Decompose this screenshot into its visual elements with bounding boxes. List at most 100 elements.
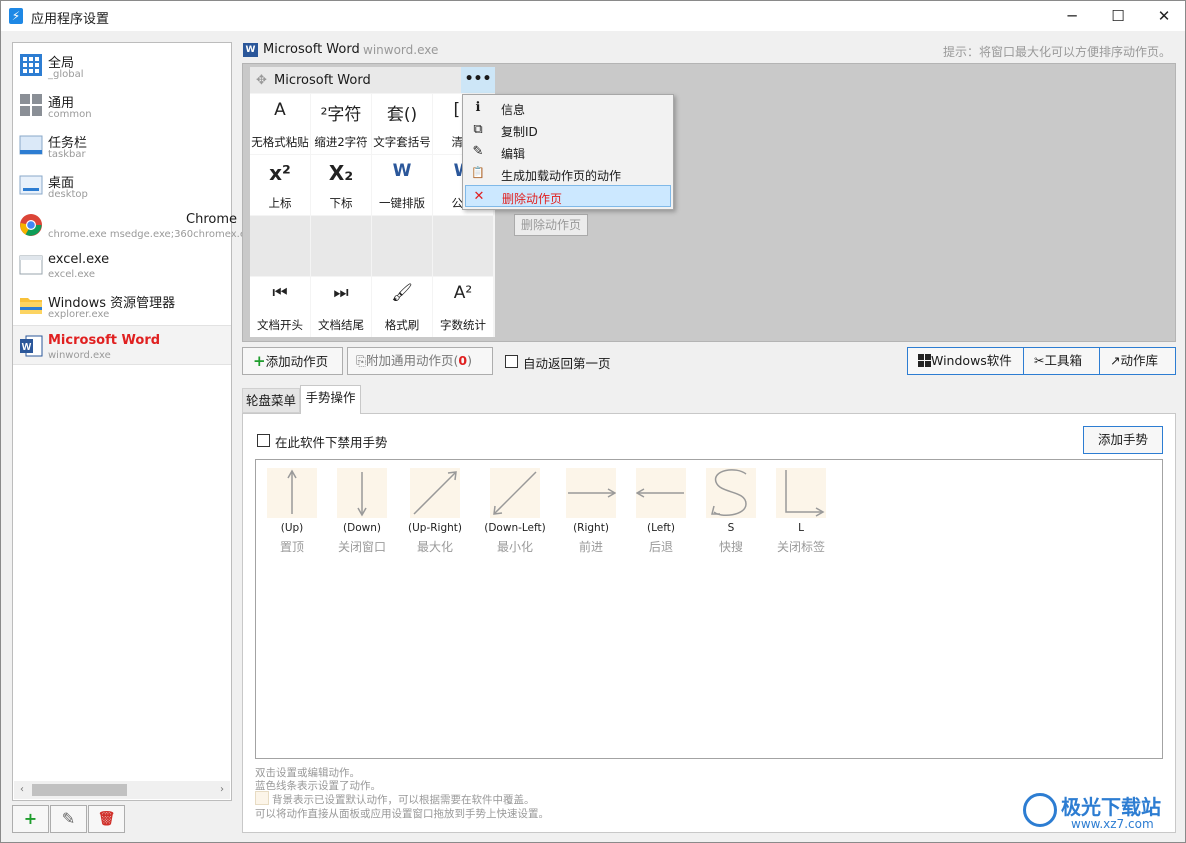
doc-start-icon: ⏮	[272, 283, 288, 303]
delete-x-icon: ✕	[473, 189, 485, 204]
sidebar-item-chrome[interactable]: Chrome chrome.exe msedge.exe;360chromex.…	[13, 205, 258, 245]
gesture-up[interactable]: (Up) 置顶	[254, 468, 330, 555]
minimize-button[interactable]: ─	[1049, 1, 1095, 31]
gesture-up-right[interactable]: (Up-Right) 最大化	[397, 468, 473, 555]
panel-cell-label: 文档结尾	[318, 318, 364, 332]
edit-app-button[interactable]: ✎	[50, 805, 87, 833]
menu-item-label: 编辑	[501, 147, 526, 161]
sidebar-item-word[interactable]: W Microsoft Word winword.exe	[13, 325, 231, 365]
menu-item-copy-id[interactable]: ⧉ 复制ID	[465, 119, 671, 141]
action-library-button[interactable]: ↗动作库	[1099, 347, 1176, 375]
panel-cell-word-count[interactable]: A² 字数统计	[433, 277, 493, 337]
paste-plain-icon: A	[274, 100, 286, 120]
sidebar-item-excel[interactable]: excel.exe excel.exe	[13, 245, 231, 285]
clipboard-icon: 📋	[471, 166, 485, 179]
tab-radial-menu[interactable]: 轮盘菜单	[242, 388, 300, 413]
menu-item-generate-load-action[interactable]: 📋 生成加载动作页的动作	[465, 163, 671, 185]
panel-cell-doc-start[interactable]: ⏮ 文档开头	[250, 277, 310, 337]
panel-cell-indent-2-chars[interactable]: ²字符 缩进2字符	[311, 94, 371, 154]
sidebar-item-global[interactable]: 全局 _global	[13, 45, 231, 85]
panel-cell-empty[interactable]	[433, 216, 493, 276]
gesture-action: 前进	[578, 540, 603, 554]
window-icon	[19, 255, 43, 275]
panel-cell-empty[interactable]	[250, 216, 310, 276]
panel-cell-format-painter[interactable]: 🖌 格式刷	[372, 277, 432, 337]
sidebar-item-sub: taskbar	[48, 149, 86, 160]
scroll-thumb[interactable]	[32, 784, 127, 796]
gesture-l[interactable]: L 关闭标签	[763, 468, 839, 555]
menu-item-label: 删除动作页	[502, 192, 563, 206]
gesture-action: 最大化	[416, 540, 453, 554]
panel-cell-subscript[interactable]: X₂ 下标	[311, 155, 371, 215]
panel-cell-paste-plain[interactable]: A 无格式粘贴	[250, 94, 310, 154]
default-action-swatch	[255, 791, 269, 805]
attach-common-pages-button[interactable]: ⎘附加通用动作页(0)	[347, 347, 493, 375]
panel-cell-empty[interactable]	[372, 216, 432, 276]
menu-item-info[interactable]: ℹ 信息	[465, 97, 671, 119]
sidebar-item-explorer[interactable]: Windows 资源管理器 explorer.exe	[13, 285, 231, 325]
hint-default-bg: 背景表示已设置默认动作，可以根据需要在软件中覆盖。	[272, 794, 535, 806]
app-list-sidebar: 全局 _global 通用 common 任务栏 taskbar 桌面 desk…	[12, 42, 258, 801]
move-icon[interactable]: ✥	[256, 73, 267, 88]
panel-cell-doc-end[interactable]: ⏭ 文档结尾	[311, 277, 371, 337]
panel-cell-label: 下标	[329, 196, 353, 210]
toolbox-button[interactable]: ✂工具箱	[1023, 347, 1100, 375]
sidebar-item-common[interactable]: 通用 common	[13, 85, 231, 125]
sidebar-item-sub: explorer.exe	[48, 309, 110, 320]
gesture-s[interactable]: S 快搜	[693, 468, 769, 555]
panel-cell-wrap-brackets[interactable]: 套() 文字套括号	[372, 94, 432, 154]
sidebar-item-desktop[interactable]: 桌面 desktop	[13, 165, 231, 205]
menu-item-label: 复制ID	[501, 125, 538, 139]
tools-icon: ✂	[1034, 353, 1045, 368]
add-app-button[interactable]: +	[12, 805, 49, 833]
tab-gestures[interactable]: 手势操作	[300, 385, 361, 414]
panel-cell-label: 格式刷	[384, 318, 420, 332]
sidebar-item-taskbar[interactable]: 任务栏 taskbar	[13, 125, 231, 165]
disable-gestures-label: 在此软件下禁用手势	[275, 435, 388, 450]
wrap-brackets-icon: 套()	[386, 105, 418, 125]
lightning-icon: ⚡	[9, 8, 23, 24]
scroll-right-arrow[interactable]: ›	[214, 781, 230, 799]
auto-return-checkbox[interactable]	[505, 355, 518, 368]
gesture-name: (Down)	[343, 522, 381, 534]
more-options-button[interactable]: •••	[461, 67, 495, 93]
maximize-button[interactable]: ☐	[1095, 1, 1141, 31]
sidebar-item-sub: chrome.exe msedge.exe;360chromex.exe	[48, 229, 258, 240]
gesture-name: (Up-Right)	[408, 522, 462, 534]
toolbox-label: 工具箱	[1044, 353, 1082, 368]
panel-cell-empty[interactable]	[311, 216, 371, 276]
gesture-s-stroke-icon	[706, 468, 756, 518]
gesture-l-stroke-icon	[776, 468, 826, 518]
panel-cell-one-key-format[interactable]: W 一键排版	[372, 155, 432, 215]
close-button[interactable]: ✕	[1141, 1, 1186, 31]
sidebar-hscrollbar[interactable]: ‹ ›	[14, 781, 230, 799]
gesture-right[interactable]: (Right) 前进	[553, 468, 629, 555]
sidebar-item-label: Chrome	[186, 212, 237, 227]
sidebar-item-sub: excel.exe	[48, 269, 96, 280]
gesture-action: 置顶	[279, 540, 304, 554]
menu-item-edit[interactable]: ✎ 编辑	[465, 141, 671, 163]
menu-item-delete-page[interactable]: ✕ 删除动作页	[465, 185, 671, 207]
panel-cell-superscript[interactable]: x² 上标	[250, 155, 310, 215]
superscript-icon: x²	[269, 161, 291, 185]
add-page-button[interactable]: +添加动作页	[242, 347, 343, 375]
sort-tip: 提示：将窗口最大化可以方便排序动作页。	[942, 45, 1171, 59]
panel-header[interactable]: ✥ Microsoft Word •••	[250, 67, 495, 93]
disable-gestures-checkbox[interactable]	[257, 434, 270, 447]
windows-software-button[interactable]: Windows软件	[907, 347, 1024, 375]
info-icon: ℹ	[475, 100, 481, 115]
delete-app-button[interactable]: 🗑	[88, 805, 125, 833]
sidebar-item-sub: desktop	[48, 189, 88, 200]
action-page-panel[interactable]: ✥ Microsoft Word ••• A 无格式粘贴 ²字符 缩进2字符 套() 文字…	[250, 67, 495, 337]
add-gesture-button[interactable]: 添加手势	[1083, 426, 1163, 454]
gesture-name: L	[798, 522, 804, 534]
scroll-left-arrow[interactable]: ‹	[14, 781, 30, 799]
watermark-logo-icon	[1023, 793, 1057, 827]
gesture-down-left[interactable]: (Down-Left) 最小化	[477, 468, 553, 555]
sidebar-item-sub: common	[48, 109, 92, 120]
gesture-name: (Left)	[647, 522, 675, 534]
gesture-left[interactable]: (Left) 后退	[623, 468, 699, 555]
gesture-down[interactable]: (Down) 关闭窗口	[324, 468, 400, 555]
attach-label: 附加通用动作页(	[366, 353, 459, 368]
svg-text:W: W	[22, 342, 32, 353]
